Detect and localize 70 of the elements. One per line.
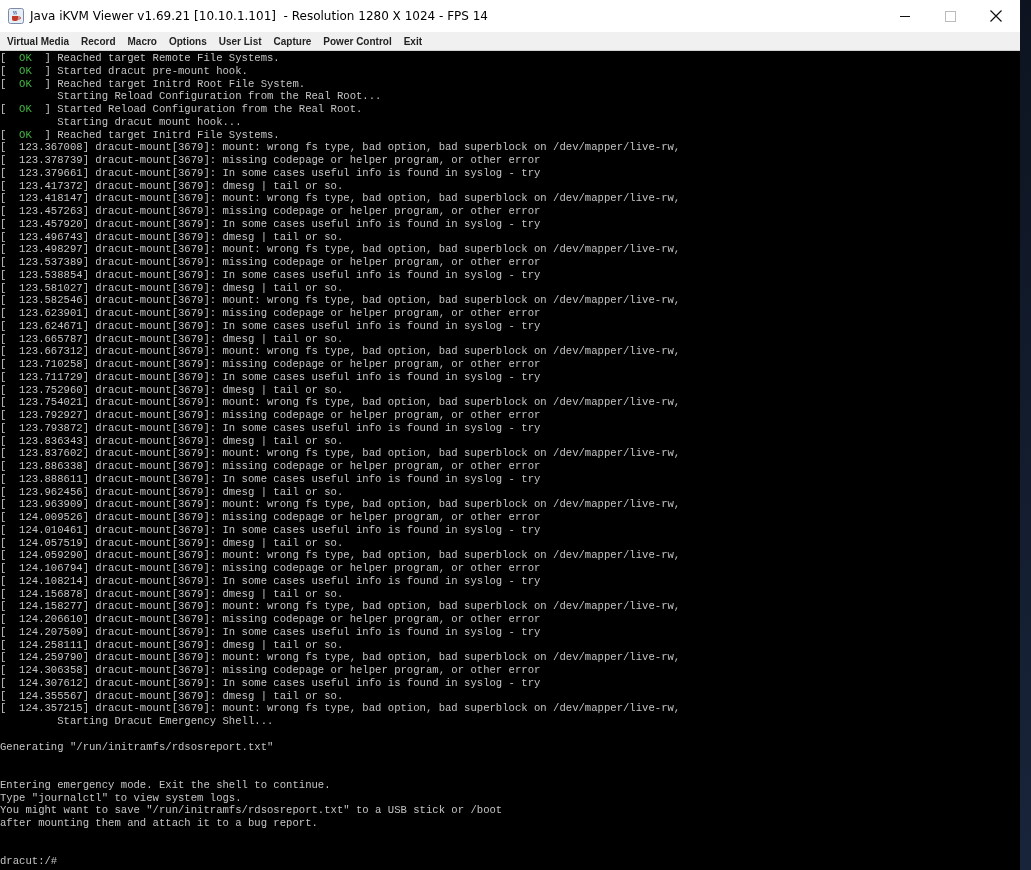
console-line: [ 124.009526] dracut-mount[3679]: missing codepage or helper program, or other error <box>0 511 541 524</box>
console-line: Generating "/run/initramfs/rdsosreport.txt" <box>0 740 274 754</box>
console-line: [ 124.059290] dracut-mount[3679]: mount: wrong fs type, bad option, bad superblock on /dev/mapper/live-rw, <box>0 549 681 562</box>
menu-item[interactable]: Exit <box>403 35 423 47</box>
console-line: [ 123.378739] dracut-mount[3679]: missing codepage or helper program, or other error <box>0 154 541 167</box>
menu-item[interactable]: Options <box>168 35 207 47</box>
coffee-cup-icon <box>8 8 24 24</box>
console-line: [ 123.581027] dracut-mount[3679]: dmesg | tail or so. <box>0 281 344 295</box>
console-line: [ OK ] Reached target Remote File Systems. <box>0 52 280 65</box>
console-line: [ 123.623901] dracut-mount[3679]: missing codepage or helper program, or other error <box>0 307 541 320</box>
console-line: [ 123.538854] dracut-mount[3679]: In some cases useful info is found in syslog - try <box>0 268 541 282</box>
menu-item[interactable]: User List <box>218 35 262 47</box>
console-line: [ 124.106794] dracut-mount[3679]: missing codepage or helper program, or other error <box>0 562 541 575</box>
console-line: Type "journalctl" to view system logs. <box>0 791 242 805</box>
console-line: [ 123.367008] dracut-mount[3679]: mount: wrong fs type, bad option, bad superblock on /dev/mapper/live-rw, <box>0 141 681 154</box>
console-line: [ 123.836343] dracut-mount[3679]: dmesg | tail or so. <box>0 434 344 448</box>
console-line: Starting Dracut Emergency Shell... <box>56 715 274 728</box>
console-line: [ 124.156878] dracut-mount[3679]: dmesg | tail or so. <box>0 587 344 601</box>
console-line: [ 124.258111] dracut-mount[3679]: dmesg | tail or so. <box>0 638 344 652</box>
console-line: [ 123.457263] dracut-mount[3679]: missing codepage or helper program, or other error <box>0 205 541 218</box>
console-line: [ 124.306358] dracut-mount[3679]: missing codepage or helper program, or other error <box>0 664 541 677</box>
console-line: [ 124.057519] dracut-mount[3679]: dmesg | tail or so. <box>0 536 344 550</box>
console-line: [ 123.837602] dracut-mount[3679]: mount: wrong fs type, bad option, bad superblock on /dev/mapper/live-rw, <box>0 447 681 460</box>
console-line: [ OK ] Started Reload Configuration from the Real Root. <box>0 103 363 116</box>
menu-item[interactable]: Capture <box>273 35 312 47</box>
console-line: [ 124.108214] dracut-mount[3679]: In some cases useful info is found in syslog - try <box>0 574 541 588</box>
close-icon[interactable] <box>990 10 1002 22</box>
menu-item[interactable]: Power Control <box>323 35 392 47</box>
console-line: [ 123.624671] dracut-mount[3679]: In some cases useful info is found in syslog - try <box>0 319 541 333</box>
console-line: [ 123.667312] dracut-mount[3679]: mount: wrong fs type, bad option, bad superblock on /dev/mapper/live-rw, <box>0 345 681 358</box>
console-line: [ OK ] Reached target Initrd File Systems. <box>0 128 280 142</box>
console-line: [ 123.457920] dracut-mount[3679]: In some cases useful info is found in syslog - try <box>0 217 541 231</box>
console-line: [ 123.498297] dracut-mount[3679]: mount: wrong fs type, bad option, bad superblock on /dev/mapper/live-rw, <box>0 243 681 256</box>
console-line: [ 124.158277] dracut-mount[3679]: mount: wrong fs type, bad option, bad superblock on /dev/mapper/live-rw, <box>0 600 681 613</box>
console-line: [ 124.259790] dracut-mount[3679]: mount: wrong fs type, bad option, bad superblock on /dev/mapper/live-rw, <box>0 651 681 664</box>
console-line: after mounting them and attach it to a bug report. <box>0 817 318 830</box>
console-line: Starting dracut mount hook... <box>56 115 242 129</box>
console-line: You might want to save "/run/initramfs/rdsosreport.txt" to a USB stick or /boot <box>0 804 503 817</box>
console-line: dracut:/# <box>0 855 58 868</box>
menu-item[interactable]: Macro <box>127 35 157 47</box>
console-line: [ 123.711729] dracut-mount[3679]: In some cases useful info is found in syslog - try <box>0 370 541 384</box>
console-line: [ 123.793872] dracut-mount[3679]: In some cases useful info is found in syslog - try <box>0 421 541 435</box>
console-line: [ 123.888611] dracut-mount[3679]: In some cases useful info is found in syslog - try <box>0 472 541 486</box>
console-line: [ 123.710258] dracut-mount[3679]: missing codepage or helper program, or other error <box>0 358 541 371</box>
console-line: [ 124.206610] dracut-mount[3679]: missing codepage or helper program, or other error <box>0 613 541 626</box>
console-line: [ 124.207509] dracut-mount[3679]: In some cases useful info is found in syslog - try <box>0 625 541 639</box>
console-line: [ 123.417372] dracut-mount[3679]: dmesg | tail or so. <box>0 179 344 193</box>
console-line: Entering emergency mode. Exit the shell to continue. <box>0 778 331 792</box>
console-line: [ 124.355567] dracut-mount[3679]: dmesg | tail or so. <box>0 689 344 703</box>
console-line: [ 124.357215] dracut-mount[3679]: mount: wrong fs type, bad option, bad superblock on /dev/mapper/live-rw, <box>0 702 681 715</box>
console-line: [ 123.418147] dracut-mount[3679]: mount: wrong fs type, bad option, bad superblock on /dev/mapper/live-rw, <box>0 192 681 205</box>
menu-item[interactable]: Virtual Media <box>7 35 70 47</box>
window-title: Java iKVM Viewer v1.69.21 [10.10.1.101] - Resolution 1280 X 1024 - FPS 14 <box>30 9 488 23</box>
console-line: [ 123.886338] dracut-mount[3679]: missing codepage or helper program, or other error <box>0 460 541 473</box>
console-line: [ OK ] Reached target Initrd Root File System. <box>0 77 306 91</box>
console-line: [ 123.665787] dracut-mount[3679]: dmesg | tail or so. <box>0 332 344 346</box>
console-line: [ 123.379661] dracut-mount[3679]: In some cases useful info is found in syslog - try <box>0 166 541 180</box>
console-line: [ 123.754021] dracut-mount[3679]: mount: wrong fs type, bad option, bad superblock on /dev/mapper/live-rw, <box>0 396 681 409</box>
console-line: [ OK ] Started dracut pre-mount hook. <box>0 64 248 78</box>
console-line: [ 123.792927] dracut-mount[3679]: missing codepage or helper program, or other error <box>0 409 541 422</box>
menu-item[interactable]: Record <box>81 35 116 47</box>
console-line: [ 123.537389] dracut-mount[3679]: missing codepage or helper program, or other error <box>0 256 541 269</box>
console-line: [ 123.752960] dracut-mount[3679]: dmesg | tail or so. <box>0 383 344 397</box>
console-line: [ 124.010461] dracut-mount[3679]: In some cases useful info is found in syslog - try <box>0 523 541 537</box>
console-line: Starting Reload Configuration from the Real Root... <box>56 90 382 103</box>
console-line: [ 123.963909] dracut-mount[3679]: mount: wrong fs type, bad option, bad superblock on /dev/mapper/live-rw, <box>0 498 681 511</box>
console-line: [ 123.962456] dracut-mount[3679]: dmesg | tail or so. <box>0 485 344 499</box>
console-line: [ 123.582546] dracut-mount[3679]: mount: wrong fs type, bad option, bad superblock on /dev/mapper/live-rw, <box>0 294 681 307</box>
console-line: [ 124.307612] dracut-mount[3679]: In some cases useful info is found in syslog - try <box>0 676 541 690</box>
console-line: [ 123.496743] dracut-mount[3679]: dmesg | tail or so. <box>0 230 344 244</box>
